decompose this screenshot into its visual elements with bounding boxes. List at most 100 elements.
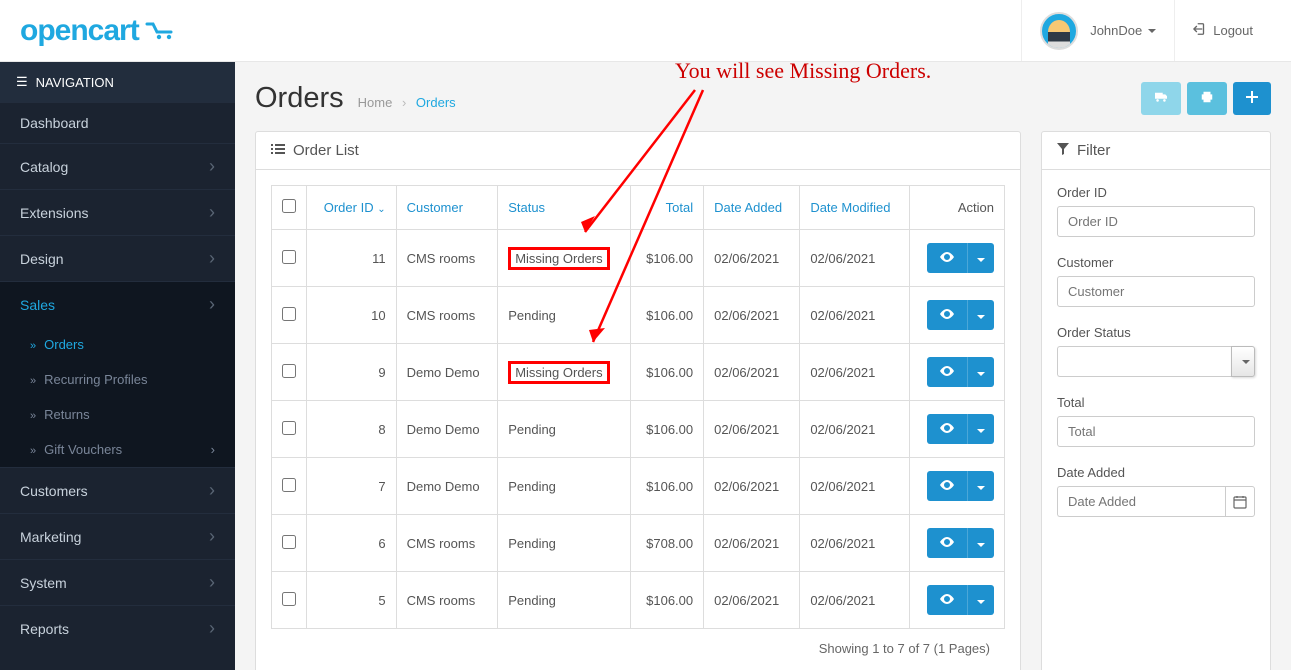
row-checkbox[interactable] [282, 421, 296, 435]
cell-total: $106.00 [630, 401, 704, 458]
filter-status-select[interactable] [1057, 346, 1231, 377]
sidebar-item-sales[interactable]: Sales› [0, 281, 235, 327]
filter-heading: Filter [1042, 132, 1270, 170]
breadcrumb-orders[interactable]: Orders [416, 95, 456, 110]
cell-date-modified: 02/06/2021 [800, 572, 909, 629]
caret-down-icon [977, 543, 985, 547]
th-customer[interactable]: Customer [396, 186, 498, 230]
action-dropdown-button[interactable] [967, 585, 994, 615]
cell-total: $106.00 [630, 287, 704, 344]
list-icon [271, 142, 285, 159]
invoice-button[interactable] [1141, 82, 1181, 115]
view-button[interactable] [927, 585, 967, 615]
logo[interactable]: opencart [20, 14, 179, 48]
caret-down-icon [977, 486, 985, 490]
action-dropdown-button[interactable] [967, 528, 994, 558]
cell-date-added: 02/06/2021 [704, 515, 800, 572]
sidebar-subitem-orders[interactable]: »Orders [0, 327, 235, 362]
sidebar-item-dashboard[interactable]: Dashboard [0, 102, 235, 143]
cell-customer: CMS rooms [396, 230, 498, 287]
logout-icon [1193, 22, 1207, 39]
cell-customer: CMS rooms [396, 572, 498, 629]
sidebar-item-customers[interactable]: Customers› [0, 467, 235, 513]
select-all-checkbox[interactable] [282, 199, 296, 213]
sidebar-subitem-returns[interactable]: »Returns [0, 397, 235, 432]
nav-title: NAVIGATION [36, 75, 114, 90]
cell-customer: Demo Demo [396, 458, 498, 515]
logout-link[interactable]: Logout [1175, 0, 1271, 61]
row-checkbox[interactable] [282, 364, 296, 378]
sidebar-item-system[interactable]: System› [0, 559, 235, 605]
eye-icon [940, 594, 954, 604]
th-total[interactable]: Total [630, 186, 704, 230]
cell-total: $106.00 [630, 230, 704, 287]
row-checkbox[interactable] [282, 307, 296, 321]
view-button[interactable] [927, 414, 967, 444]
row-checkbox[interactable] [282, 478, 296, 492]
breadcrumb-home[interactable]: Home [358, 95, 393, 110]
action-dropdown-button[interactable] [967, 414, 994, 444]
filter-status-label: Order Status [1057, 325, 1255, 340]
cell-date-modified: 02/06/2021 [800, 344, 909, 401]
top-header: opencart JohnDoe Logout [0, 0, 1291, 62]
th-status[interactable]: Status [498, 186, 630, 230]
th-date-added[interactable]: Date Added [704, 186, 800, 230]
filter-total-input[interactable] [1057, 416, 1255, 447]
cell-order-id: 6 [307, 515, 397, 572]
sidebar-subitem-gift-vouchers[interactable]: »Gift Vouchers› [0, 432, 235, 467]
print-button[interactable] [1187, 82, 1227, 115]
sidebar-item-reports[interactable]: Reports› [0, 605, 235, 651]
table-row: 6CMS roomsPending$708.0002/06/202102/06/… [272, 515, 1005, 572]
filter-date-added-input[interactable] [1057, 486, 1225, 517]
cell-date-modified: 02/06/2021 [800, 230, 909, 287]
view-button[interactable] [927, 471, 967, 501]
sidebar-item-design[interactable]: Design› [0, 235, 235, 281]
cell-total: $106.00 [630, 572, 704, 629]
view-button[interactable] [927, 528, 967, 558]
action-dropdown-button[interactable] [967, 471, 994, 501]
cell-customer: Demo Demo [396, 401, 498, 458]
cell-date-added: 02/06/2021 [704, 230, 800, 287]
calendar-button[interactable] [1225, 486, 1255, 517]
row-checkbox[interactable] [282, 535, 296, 549]
cell-status: Missing Orders [498, 230, 630, 287]
view-button[interactable] [927, 300, 967, 330]
sidebar-subitem-recurring-profiles[interactable]: »Recurring Profiles [0, 362, 235, 397]
table-row: 11CMS roomsMissing Orders$106.0002/06/20… [272, 230, 1005, 287]
cell-order-id: 5 [307, 572, 397, 629]
breadcrumb: Home › Orders [358, 95, 456, 110]
cell-status: Missing Orders [498, 344, 630, 401]
add-button[interactable] [1233, 82, 1271, 115]
logo-text: opencart [20, 14, 139, 48]
user-menu[interactable]: JohnDoe [1021, 0, 1175, 61]
view-button[interactable] [927, 357, 967, 387]
view-button[interactable] [927, 243, 967, 273]
cell-date-modified: 02/06/2021 [800, 287, 909, 344]
action-dropdown-button[interactable] [967, 357, 994, 387]
sidebar-item-extensions[interactable]: Extensions› [0, 189, 235, 235]
row-checkbox[interactable] [282, 592, 296, 606]
th-date-modified[interactable]: Date Modified [800, 186, 909, 230]
cell-date-added: 02/06/2021 [704, 572, 800, 629]
filter-customer-input[interactable] [1057, 276, 1255, 307]
row-checkbox[interactable] [282, 250, 296, 264]
cell-order-id: 9 [307, 344, 397, 401]
th-order-id[interactable]: Order ID ⌄ [307, 186, 397, 230]
chevron-right-icon: › [211, 442, 215, 457]
cell-date-modified: 02/06/2021 [800, 458, 909, 515]
cell-date-added: 02/06/2021 [704, 344, 800, 401]
action-dropdown-button[interactable] [967, 243, 994, 273]
cell-status: Pending [498, 287, 630, 344]
chevron-right-icon: › [209, 618, 215, 639]
sidebar-item-catalog[interactable]: Catalog› [0, 143, 235, 189]
filter-status-toggle[interactable] [1231, 346, 1255, 377]
action-dropdown-button[interactable] [967, 300, 994, 330]
order-list-heading: Order List [256, 132, 1020, 170]
eye-icon [940, 252, 954, 262]
sidebar-item-marketing[interactable]: Marketing› [0, 513, 235, 559]
cart-icon [145, 22, 179, 40]
filter-date-added-label: Date Added [1057, 465, 1255, 480]
chevron-right-icon: › [209, 526, 215, 547]
chevron-right-icon: › [209, 294, 215, 315]
filter-order-id-input[interactable] [1057, 206, 1255, 237]
